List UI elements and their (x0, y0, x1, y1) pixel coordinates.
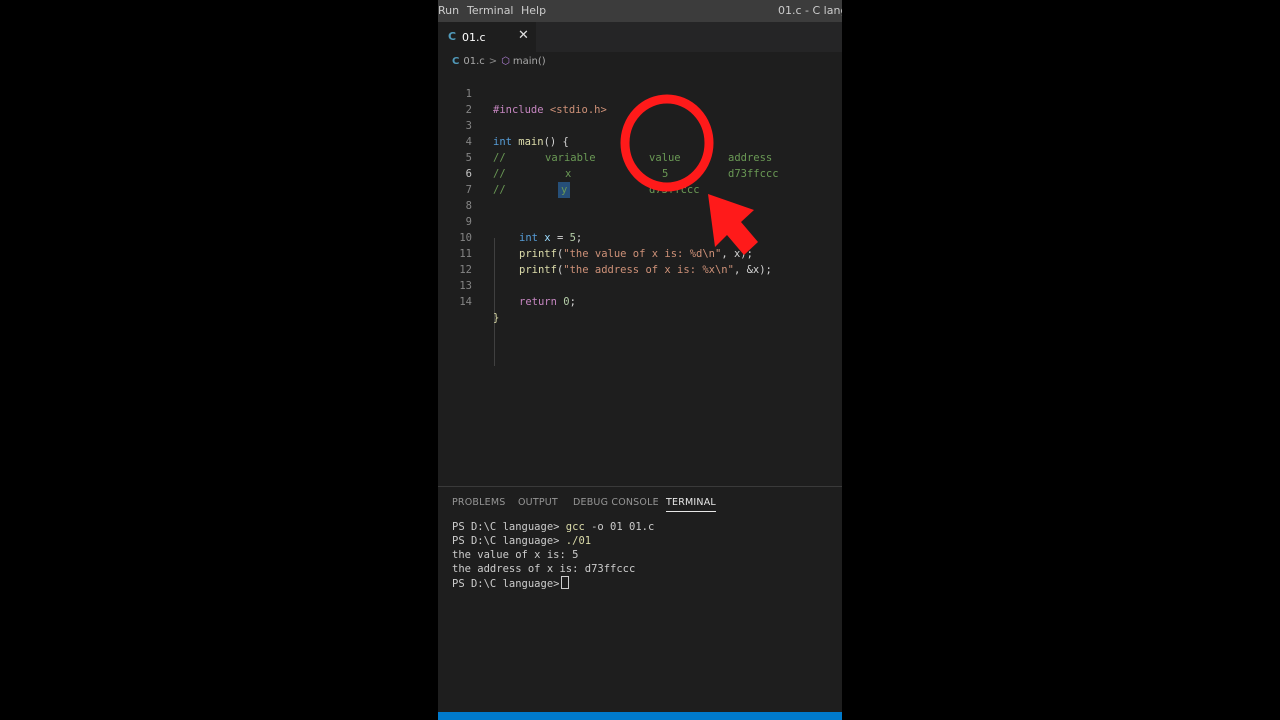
tab-output[interactable]: OUTPUT (518, 497, 558, 508)
code-editor[interactable]: 1 #include <stdio.h> 2 3 int main() { 4 … (438, 70, 842, 480)
video-frame: Run Terminal Help 01.c - C langua C 01.c… (0, 0, 1280, 720)
code-line: 6 //y d73ffccc (438, 150, 842, 198)
code-line: 12 (438, 246, 842, 276)
terminal-line: the address of x is: d73ffccc (452, 563, 636, 575)
terminal-line: the value of x is: 5 (452, 549, 579, 561)
terminal-prompt: PS D:\C language> (452, 521, 560, 533)
breadcrumb-file[interactable]: 01.c (463, 56, 484, 67)
menu-run[interactable]: Run (438, 0, 459, 22)
close-icon[interactable]: ✕ (518, 28, 529, 43)
terminal-line: PS D:\C language> gcc -o 01 01.c (452, 520, 654, 534)
keyword-return: return (519, 296, 557, 308)
window-title: 01.c - C langua (778, 4, 842, 17)
code-line: 3 int main() { (438, 102, 842, 148)
menu-help[interactable]: Help (521, 0, 546, 22)
code-line: 2 (438, 86, 842, 116)
closing-brace: } (493, 312, 500, 324)
code-line: 8 (438, 182, 842, 212)
c-language-icon: C (448, 30, 457, 43)
tab-problems[interactable]: PROBLEMS (452, 497, 505, 508)
terminal-line: PS D:\C language> ./01 (452, 534, 654, 548)
menu-bar: Run Terminal Help 01.c - C langua (438, 0, 842, 22)
tab-terminal[interactable]: TERMINAL (666, 497, 716, 512)
breadcrumb-symbol[interactable]: main() (513, 56, 546, 67)
menu-terminal[interactable]: Terminal (467, 0, 514, 22)
terminal-args: -o 01 01.c (584, 521, 655, 533)
punctuation: ; (569, 296, 576, 308)
terminal-output[interactable]: PS D:\C language> gcc -o 01 01.c PS D:\C… (452, 520, 654, 590)
code-line: 14 } (438, 278, 842, 324)
code-line: 13 return 0; (438, 262, 842, 308)
c-language-icon: C (452, 56, 460, 67)
terminal-prompt: PS D:\C language> (452, 578, 560, 590)
status-bar (438, 712, 842, 720)
code-line: 11 printf("the address of x is: %x\n", &… (438, 230, 842, 276)
terminal-line: PS D:\C language> (452, 576, 654, 590)
editor-tab-strip: C 01.c ✕ (438, 22, 842, 52)
code-line: 10 printf("the value of x is: %d\n", x); (438, 214, 842, 260)
code-line: 5 //x 5 d73ffccc (438, 134, 842, 180)
terminal-cursor (561, 576, 570, 589)
code-line: 1 #include <stdio.h> (438, 70, 842, 116)
vscode-window: Run Terminal Help 01.c - C langua C 01.c… (438, 0, 842, 720)
panel-tabs: PROBLEMS OUTPUT DEBUG CONSOLE TERMINAL (438, 487, 842, 517)
code-line: 7 (438, 166, 842, 196)
tab-debug-console[interactable]: DEBUG CONSOLE (573, 497, 659, 508)
code-text: return 0; (519, 294, 576, 310)
breadcrumb: C 01.c > ⬡ main() (452, 54, 546, 70)
cube-symbol-icon: ⬡ (501, 56, 510, 67)
terminal-command: gcc (565, 521, 585, 533)
code-line: 9 int x = 5; (438, 198, 842, 244)
line-number: 14 (459, 296, 472, 308)
terminal-command: ./01 (565, 535, 592, 547)
chevron-right-icon: > (488, 56, 498, 67)
code-line: 4 //variable value address (438, 118, 842, 164)
tab-label: 01.c (462, 31, 486, 44)
terminal-prompt: PS D:\C language> (452, 535, 560, 547)
tab-01-c[interactable]: C 01.c ✕ (438, 22, 536, 52)
bottom-panel: PROBLEMS OUTPUT DEBUG CONSOLE TERMINAL P… (438, 486, 842, 713)
